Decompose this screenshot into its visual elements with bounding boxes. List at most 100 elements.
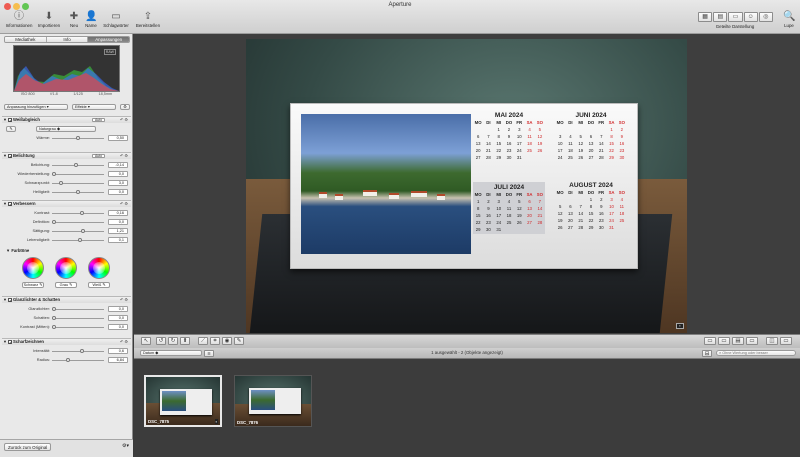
viewer-mode-3-icon[interactable]: ▤ [732,337,744,345]
slider-value[interactable]: 0,0 [108,189,128,195]
viewer-mode-1-icon[interactable]: ▭ [704,337,716,345]
reset-to-original-button[interactable]: Zurück zum Original [4,443,52,451]
straighten-tool-icon[interactable]: ⟋ [198,337,208,345]
keywords-button[interactable]: ▭ Schlagwörter [99,12,133,29]
slider-value[interactable]: 3,0 [108,180,128,186]
slider-knob[interactable] [79,349,84,353]
places-view-icon[interactable]: ◎ [758,12,774,22]
split-view-icon[interactable]: ▤ [713,12,728,22]
slider-knob[interactable] [59,181,64,185]
slider-track[interactable] [52,327,104,328]
slider-knob[interactable] [52,220,56,224]
gray-color-wheel[interactable] [55,257,77,279]
sharpen-header[interactable]: ▼ ✓ Scharfzeichnen ↶ ⚙ [2,338,131,345]
filter-icon[interactable]: ⊟ [702,350,712,357]
slider-value[interactable]: -0,14 [108,162,128,168]
grid-view-icon[interactable]: ▦ [698,12,713,22]
thumbnail-dsc-7876[interactable]: DSC_7876 [234,375,312,427]
gear-icon[interactable]: ⚙▾ [122,443,129,449]
viewer-mode-6-icon[interactable]: ▭ [780,337,792,345]
slider-track[interactable] [52,309,104,310]
black-eyedropper-button[interactable]: Schwarz ✎ [22,282,44,288]
slider-knob[interactable] [52,325,56,329]
slider-value[interactable]: 0,0 [108,219,128,225]
section-actions-icon[interactable]: ↶ ⚙ [120,339,128,345]
enhance-checkbox[interactable]: ✓ [8,202,12,207]
slider-value[interactable]: 0,6 [108,348,128,354]
sharpen-checkbox[interactable]: ✓ [8,340,12,345]
slider-value[interactable]: 0,1 [108,237,128,243]
highlights-shadows-checkbox[interactable]: ✓ [8,298,12,303]
viewer-mode-5-icon[interactable]: ◫ [766,337,778,345]
crop-tool-icon[interactable]: ⌗ [210,337,220,345]
slider-track[interactable] [52,360,104,361]
redeye-tool-icon[interactable]: ◉ [222,337,232,345]
slider-value[interactable]: 0,0 [108,306,128,312]
search-field[interactable]: ⌕ Ohne Wertung oder besser [716,350,796,356]
slider-knob[interactable] [76,190,80,194]
slider-track[interactable] [52,165,104,166]
black-color-wheel[interactable] [22,257,44,279]
rotate-left-tool-icon[interactable]: ↺ [156,337,166,345]
exposure-auto-button[interactable]: Auto [92,154,105,158]
import-button[interactable]: ⬇ Importieren [35,12,63,29]
slider-track[interactable] [52,213,104,214]
info-button[interactable]: ⓘ Informationen [4,12,34,29]
slider-knob[interactable] [66,358,71,362]
slider-value[interactable]: 1,21 [108,228,128,234]
white-balance-checkbox[interactable]: ✓ [8,118,12,123]
warmth-knob[interactable] [76,136,80,140]
eyedropper-button[interactable]: ✎ [6,126,16,132]
slider-track[interactable] [52,351,104,352]
slider-knob[interactable] [73,163,78,167]
tab-adjustments[interactable]: Anpassungen [88,37,129,42]
white-balance-mode-popup[interactable]: Naturgrau ◆ [36,126,96,132]
slider-knob[interactable] [52,307,56,311]
slider-knob[interactable] [78,238,83,242]
main-photo[interactable]: MAI 2024 MO DI MI DO FR SA SO 1 2 3 4 5 6 7 8 9 10 11 12 13 1… [246,39,687,333]
gray-eyedropper-button[interactable]: Grau ✎ [55,282,77,288]
warmth-value[interactable]: 0,50 [108,135,128,141]
white-balance-auto-button[interactable]: Auto [92,118,105,122]
section-actions-icon[interactable]: ↶ ⚙ [120,117,128,123]
loupe-button[interactable]: 🔍 Lupe [780,12,798,29]
presets-button[interactable]: ⚙ [120,104,130,110]
slider-knob[interactable] [80,229,85,233]
section-actions-icon[interactable]: ↶ ⚙ [120,201,128,207]
white-balance-header[interactable]: ▼ ✓ Weißabgleich Auto ↶ ⚙ [2,116,131,123]
effects-popup[interactable]: Effekte ▾ [72,104,116,110]
lift-tool-icon[interactable]: ⬆ [180,337,190,345]
slider-value[interactable]: 0,0 [108,315,128,321]
add-adjustment-popup[interactable]: Anpassung hinzufügen ▾ [4,104,68,110]
section-actions-icon[interactable]: ↶ ⚙ [120,153,128,159]
viewer-mode-2-icon[interactable]: ▭ [718,337,730,345]
tab-library[interactable]: Mediathek [5,37,47,42]
slider-track[interactable] [52,318,104,319]
slider-value[interactable]: 6,84 [108,357,128,363]
rotate-right-tool-icon[interactable]: ↻ [168,337,178,345]
slider-knob[interactable] [52,316,56,320]
slider-value[interactable]: 0,0 [108,171,128,177]
highlights-shadows-header[interactable]: ▼ ✓ Glanzlichter & Schatten ↶ ⚙ [2,296,131,303]
slider-value[interactable]: 0,16 [108,210,128,216]
tab-info[interactable]: Info [46,37,89,42]
viewer-view-icon[interactable]: ▭ [728,12,743,22]
exposure-checkbox[interactable]: ✓ [8,154,12,159]
white-eyedropper-button[interactable]: Weiß ✎ [88,282,110,288]
share-button[interactable]: ⇪ Bereitstellen [132,12,164,29]
pointer-tool-icon[interactable]: ↖ [141,337,151,345]
slider-track[interactable] [52,222,104,223]
new-button[interactable]: ✚ Neu [64,12,84,29]
section-actions-icon[interactable]: ↶ ⚙ [120,297,128,303]
slider-knob[interactable] [52,172,56,176]
enhance-header[interactable]: ▼ ✓ Verbessern ↶ ⚙ [2,200,131,207]
slider-track[interactable] [52,231,104,232]
exposure-header[interactable]: ▼ ✓ Belichtung Auto ↶ ⚙ [2,152,131,159]
thumbnail-dsc-7875[interactable]: DSC_7875 ▪ [144,375,222,427]
white-color-wheel[interactable] [88,257,110,279]
name-button[interactable]: 👤 Name [84,12,98,29]
viewer-mode-4-icon[interactable]: ▭ [746,337,758,345]
slider-value[interactable]: 0,0 [108,324,128,330]
slider-knob[interactable] [79,211,84,215]
brush-tool-icon[interactable]: ✎ [234,337,244,345]
